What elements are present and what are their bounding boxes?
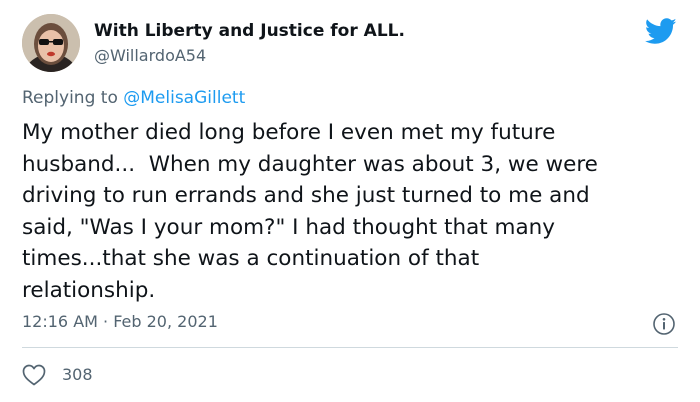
replying-to: Replying to @MelisaGillett: [22, 88, 245, 108]
tweet-card: With Liberty and Justice for ALL. @Willa…: [0, 0, 700, 402]
tweet-text-line: relationship.: [22, 277, 156, 303]
info-icon[interactable]: [652, 312, 676, 336]
display-name[interactable]: With Liberty and Justice for ALL.: [94, 21, 405, 41]
replying-prefix: Replying to: [22, 88, 124, 108]
user-handle[interactable]: @WillardoA54: [94, 46, 206, 65]
heart-icon[interactable]: [22, 364, 46, 386]
reply-mention-link[interactable]: @MelisaGillett: [123, 88, 245, 108]
divider: [22, 347, 678, 348]
tweet-text-line: My mother died long before I even met my…: [22, 120, 556, 145]
tweet-text-line: said, "Was I your mom?" I had thought th…: [22, 214, 555, 240]
tweet-timestamp[interactable]: 12:16 AM · Feb 20, 2021: [22, 312, 218, 331]
avatar-image: [22, 14, 80, 72]
tweet-text: My mother died long before I even met my…: [22, 117, 682, 307]
tweet-text-line: driving to run errands and she just turn…: [22, 183, 590, 209]
like-count: 308: [62, 365, 93, 384]
twitter-bird-icon: [644, 18, 677, 45]
tweet-text-line: times...that she was a continuation of t…: [22, 246, 480, 272]
avatar[interactable]: [22, 14, 80, 72]
tweet-text-line: husband... When my daughter was about 3,…: [22, 151, 598, 177]
